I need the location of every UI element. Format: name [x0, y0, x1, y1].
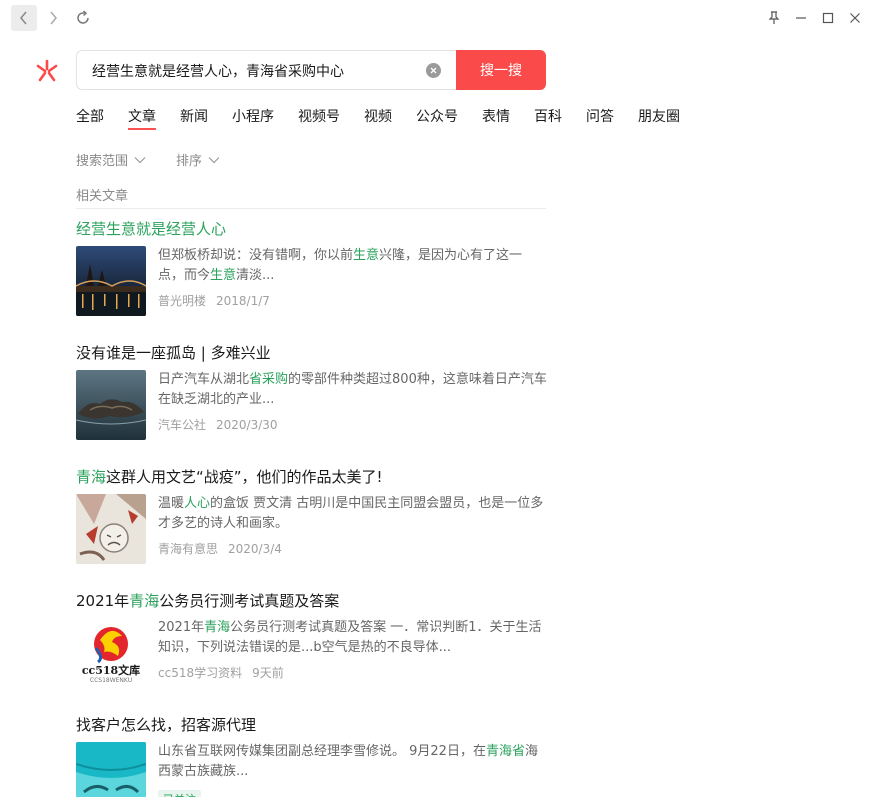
result-description: 但郑板桥却说：没有错啊，你以前生意兴隆，是因为心有了这一点，而今生意清淡...	[158, 248, 523, 283]
result-thumbnail[interactable]	[76, 494, 146, 564]
reload-icon	[77, 10, 89, 24]
filter-label: 搜索范围	[76, 154, 129, 169]
result-source[interactable]: 普光明楼	[158, 294, 206, 308]
tab-9[interactable]: 问答	[586, 106, 614, 126]
result-date: 2020/3/4	[228, 542, 282, 556]
clear-search-button[interactable]	[426, 63, 441, 78]
result-title[interactable]: 青海这群人用文艺“战疫”，他们的作品太美了!	[76, 466, 551, 487]
tab-2[interactable]: 新闻	[180, 106, 208, 126]
chevron-down-icon	[134, 156, 146, 163]
result-description: 日产汽车从湖北省采购的零部件种类超过800种，这意味着日产汽车在缺乏湖北的产业.…	[158, 372, 547, 407]
tab-0[interactable]: 全部	[76, 106, 104, 126]
maximize-icon	[822, 12, 834, 24]
followed-badge: 已关注	[158, 790, 201, 797]
section-label: 相关文章	[76, 189, 129, 204]
result-body: 日产汽车从湖北省采购的零部件种类超过800种，这意味着日产汽车在缺乏湖北的产业.…	[76, 370, 551, 440]
minimize-icon	[796, 17, 806, 19]
result-body: 山东省互联网传媒集团副总经理李雪修说。 9月22日，在青海省海西蒙古族藏族...…	[76, 742, 551, 797]
divider	[76, 208, 546, 209]
tab-8[interactable]: 百科	[534, 106, 562, 126]
result-item[interactable]: 青海这群人用文艺“战疫”，他们的作品太美了! 温暖人心的盒饭 贾文清 古明川是中国…	[76, 466, 551, 564]
clear-icon	[430, 67, 437, 74]
tab-1[interactable]: 文章	[128, 106, 156, 130]
tab-4[interactable]: 视频号	[298, 106, 340, 126]
result-thumbnail[interactable]	[76, 370, 146, 440]
result-meta: 普光明楼 2018/1/7	[158, 292, 270, 309]
result-source[interactable]: 青海有意思	[158, 542, 218, 556]
result-body: cc518文库 CCS18WENKU 2021年青海公务员行测考试真题及答案 一．常…	[76, 618, 551, 688]
forward-button[interactable]	[40, 5, 66, 31]
close-icon	[850, 13, 860, 23]
minimize-button[interactable]	[789, 6, 813, 30]
result-title[interactable]: 经营生意就是经营人心	[76, 218, 551, 239]
pin-button[interactable]	[762, 6, 786, 30]
tab-7[interactable]: 表情	[482, 106, 510, 126]
result-meta: cc518学习资料 9天前	[158, 664, 284, 681]
thumbnail-caption: cc518文库	[81, 664, 141, 677]
result-title[interactable]: 找客户怎么找，招客源代理	[76, 714, 551, 735]
result-meta: 青海有意思 2020/3/4	[158, 540, 282, 557]
search-input[interactable]: 经营生意就是经营人心，青海省采购中心	[76, 50, 457, 90]
title-bar	[0, 0, 873, 36]
filter-dropdown-1[interactable]: 排序	[176, 150, 220, 169]
result-date: 9天前	[252, 666, 284, 680]
result-item[interactable]: 没有谁是一座孤岛 | 多难兴业日产汽车从湖北省采购的零部件种类超过800种，这意…	[76, 342, 551, 440]
result-source[interactable]: 汽车公社	[158, 418, 206, 432]
tab-10[interactable]: 朋友圈	[638, 106, 680, 126]
search-logo-icon	[36, 59, 58, 82]
result-description: 温暖人心的盒饭 贾文清 古明川是中国民主同盟会盟员，也是一位多才多艺的诗人和画家…	[158, 496, 544, 531]
chevron-left-icon	[20, 11, 27, 25]
tab-3[interactable]: 小程序	[232, 106, 274, 126]
result-body: 但郑板桥却说：没有错啊，你以前生意兴隆，是因为心有了这一点，而今生意清淡... 普…	[76, 246, 551, 316]
result-description: 山东省互联网传媒集团副总经理李雪修说。 9月22日，在青海省海西蒙古族藏族...	[158, 744, 538, 779]
filter-label: 排序	[176, 154, 203, 169]
close-button[interactable]	[843, 6, 867, 30]
result-item[interactable]: 找客户怎么找，招客源代理山东省互联网传媒集团副总经理李雪修说。 9月22日，在青…	[76, 714, 551, 797]
result-date: 2018/1/7	[216, 294, 270, 308]
chevron-right-icon	[50, 11, 57, 25]
search-button[interactable]: 搜一搜	[456, 50, 546, 90]
tab-5[interactable]: 视频	[364, 106, 392, 126]
chevron-down-icon	[208, 156, 220, 163]
result-title[interactable]: 2021年青海公务员行测考试真题及答案	[76, 590, 551, 611]
result-item[interactable]: 2021年青海公务员行测考试真题及答案 cc518文库 CCS18WENKU 2021…	[76, 590, 551, 688]
back-button[interactable]	[11, 5, 37, 31]
thumbnail-subcaption: CCS18WENKU	[89, 677, 133, 684]
result-body: 温暖人心的盒饭 贾文清 古明川是中国民主同盟会盟员，也是一位多才多艺的诗人和画家…	[76, 494, 551, 564]
result-title[interactable]: 没有谁是一座孤岛 | 多难兴业	[76, 342, 551, 363]
maximize-button[interactable]	[816, 6, 840, 30]
result-source[interactable]: cc518学习资料	[158, 666, 242, 680]
result-item[interactable]: 经营生意就是经营人心但郑板桥却说：没有错啊，你以前生意兴隆，是因为心有了这一点，…	[76, 218, 551, 316]
result-thumbnail[interactable]	[76, 742, 146, 797]
result-description: 2021年青海公务员行测考试真题及答案 一．常识判断1．关于生活知识，下列说法错…	[158, 620, 542, 655]
reload-button[interactable]	[70, 5, 96, 31]
tab-6[interactable]: 公众号	[416, 106, 458, 126]
result-thumbnail[interactable]	[76, 246, 146, 316]
result-date: 2020/3/30	[216, 418, 278, 432]
search-query-text[interactable]: 经营生意就是经营人心，青海省采购中心	[92, 61, 344, 81]
filter-dropdown-0[interactable]: 搜索范围	[76, 150, 146, 169]
pin-icon	[768, 11, 780, 24]
result-meta: 汽车公社 2020/3/30	[158, 416, 278, 433]
result-thumbnail[interactable]: cc518文库 CCS18WENKU	[76, 618, 146, 688]
